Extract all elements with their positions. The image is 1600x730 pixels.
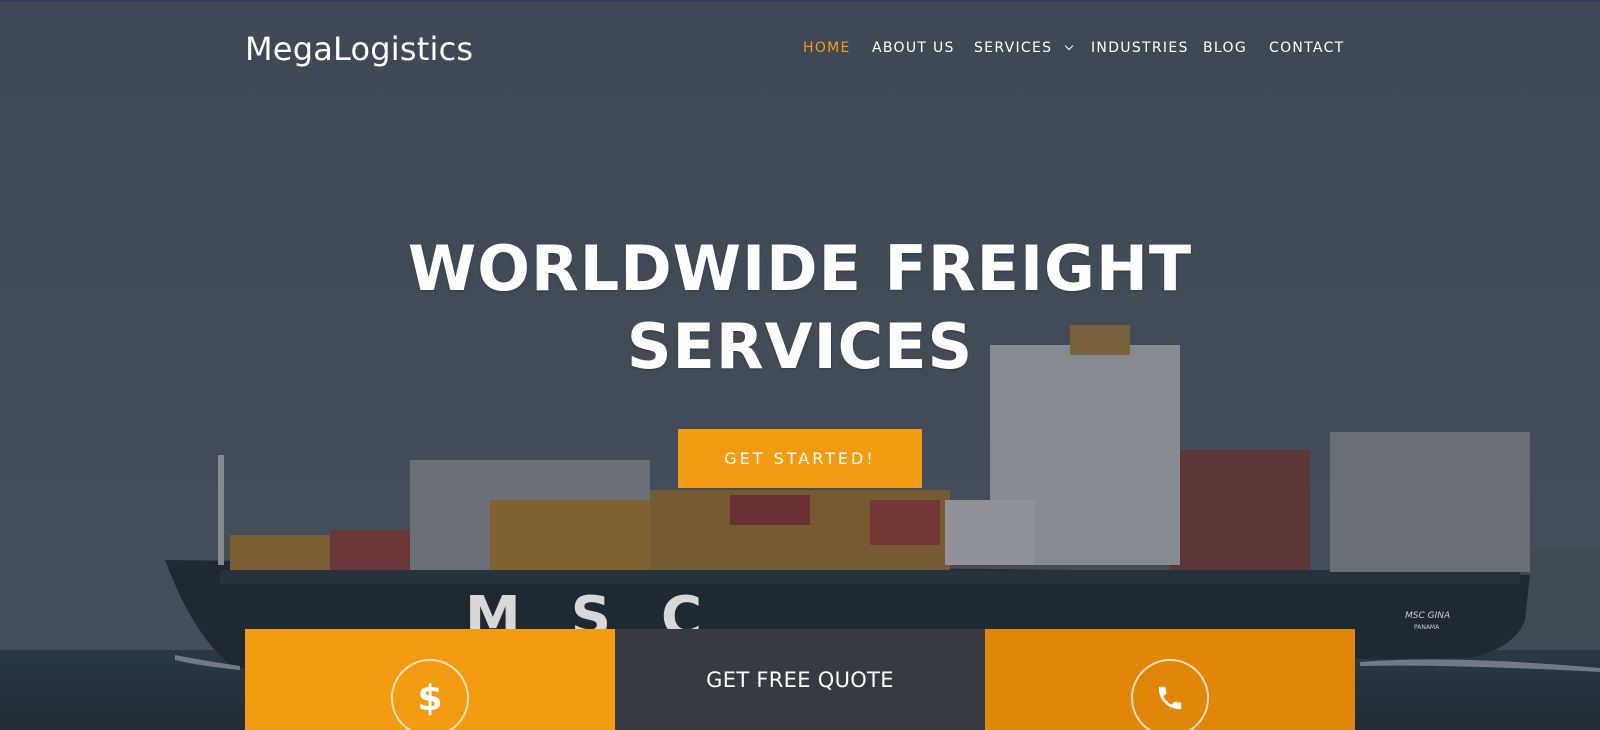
top-border [0, 0, 1600, 2]
nav-item-label: ABOUT US [872, 40, 955, 56]
nav-item-blog[interactable]: BLOG [1203, 40, 1247, 56]
free-quote-label: GET FREE QUOTE [706, 667, 894, 692]
nav-item-about-us[interactable]: ABOUT US [872, 40, 955, 56]
nav-item-label: CONTACT [1269, 40, 1345, 56]
free-quote-card[interactable]: GET FREE QUOTE [615, 629, 985, 730]
nav-item-label: HOME [803, 40, 851, 56]
nav-item-services[interactable]: SERVICES [974, 40, 1074, 56]
feature-cards: $ GET FREE QUOTE [245, 629, 1355, 730]
nav-item-home[interactable]: HOME [803, 40, 851, 56]
main-navigation: HOME ABOUT US SERVICES INDUSTRIES BLOG C… [0, 40, 1600, 60]
hero-headline: WORLDWIDE FREIGHT SERVICES [0, 230, 1600, 386]
dollar-icon-circle: $ [391, 659, 469, 730]
ship-port: PANAMA [1414, 624, 1440, 631]
nav-item-contact[interactable]: CONTACT [1269, 40, 1345, 56]
dollar-icon: $ [417, 677, 443, 719]
chevron-down-icon [1064, 41, 1074, 51]
hero-headline-line-1: WORLDWIDE FREIGHT [407, 232, 1193, 305]
nav-item-industries[interactable]: INDUSTRIES [1091, 40, 1189, 56]
nav-item-label: BLOG [1203, 40, 1247, 56]
hero-headline-line-2: SERVICES [626, 310, 974, 383]
nav-item-label: INDUSTRIES [1091, 40, 1189, 56]
contact-card[interactable] [985, 629, 1355, 730]
get-started-button[interactable]: GET STARTED! [678, 429, 922, 488]
nav-item-label: SERVICES [974, 40, 1053, 56]
pricing-card[interactable]: $ [245, 629, 615, 730]
ship-name: MSC GINA [1405, 611, 1451, 621]
phone-icon-circle [1131, 659, 1209, 730]
phone-icon [1158, 686, 1182, 710]
